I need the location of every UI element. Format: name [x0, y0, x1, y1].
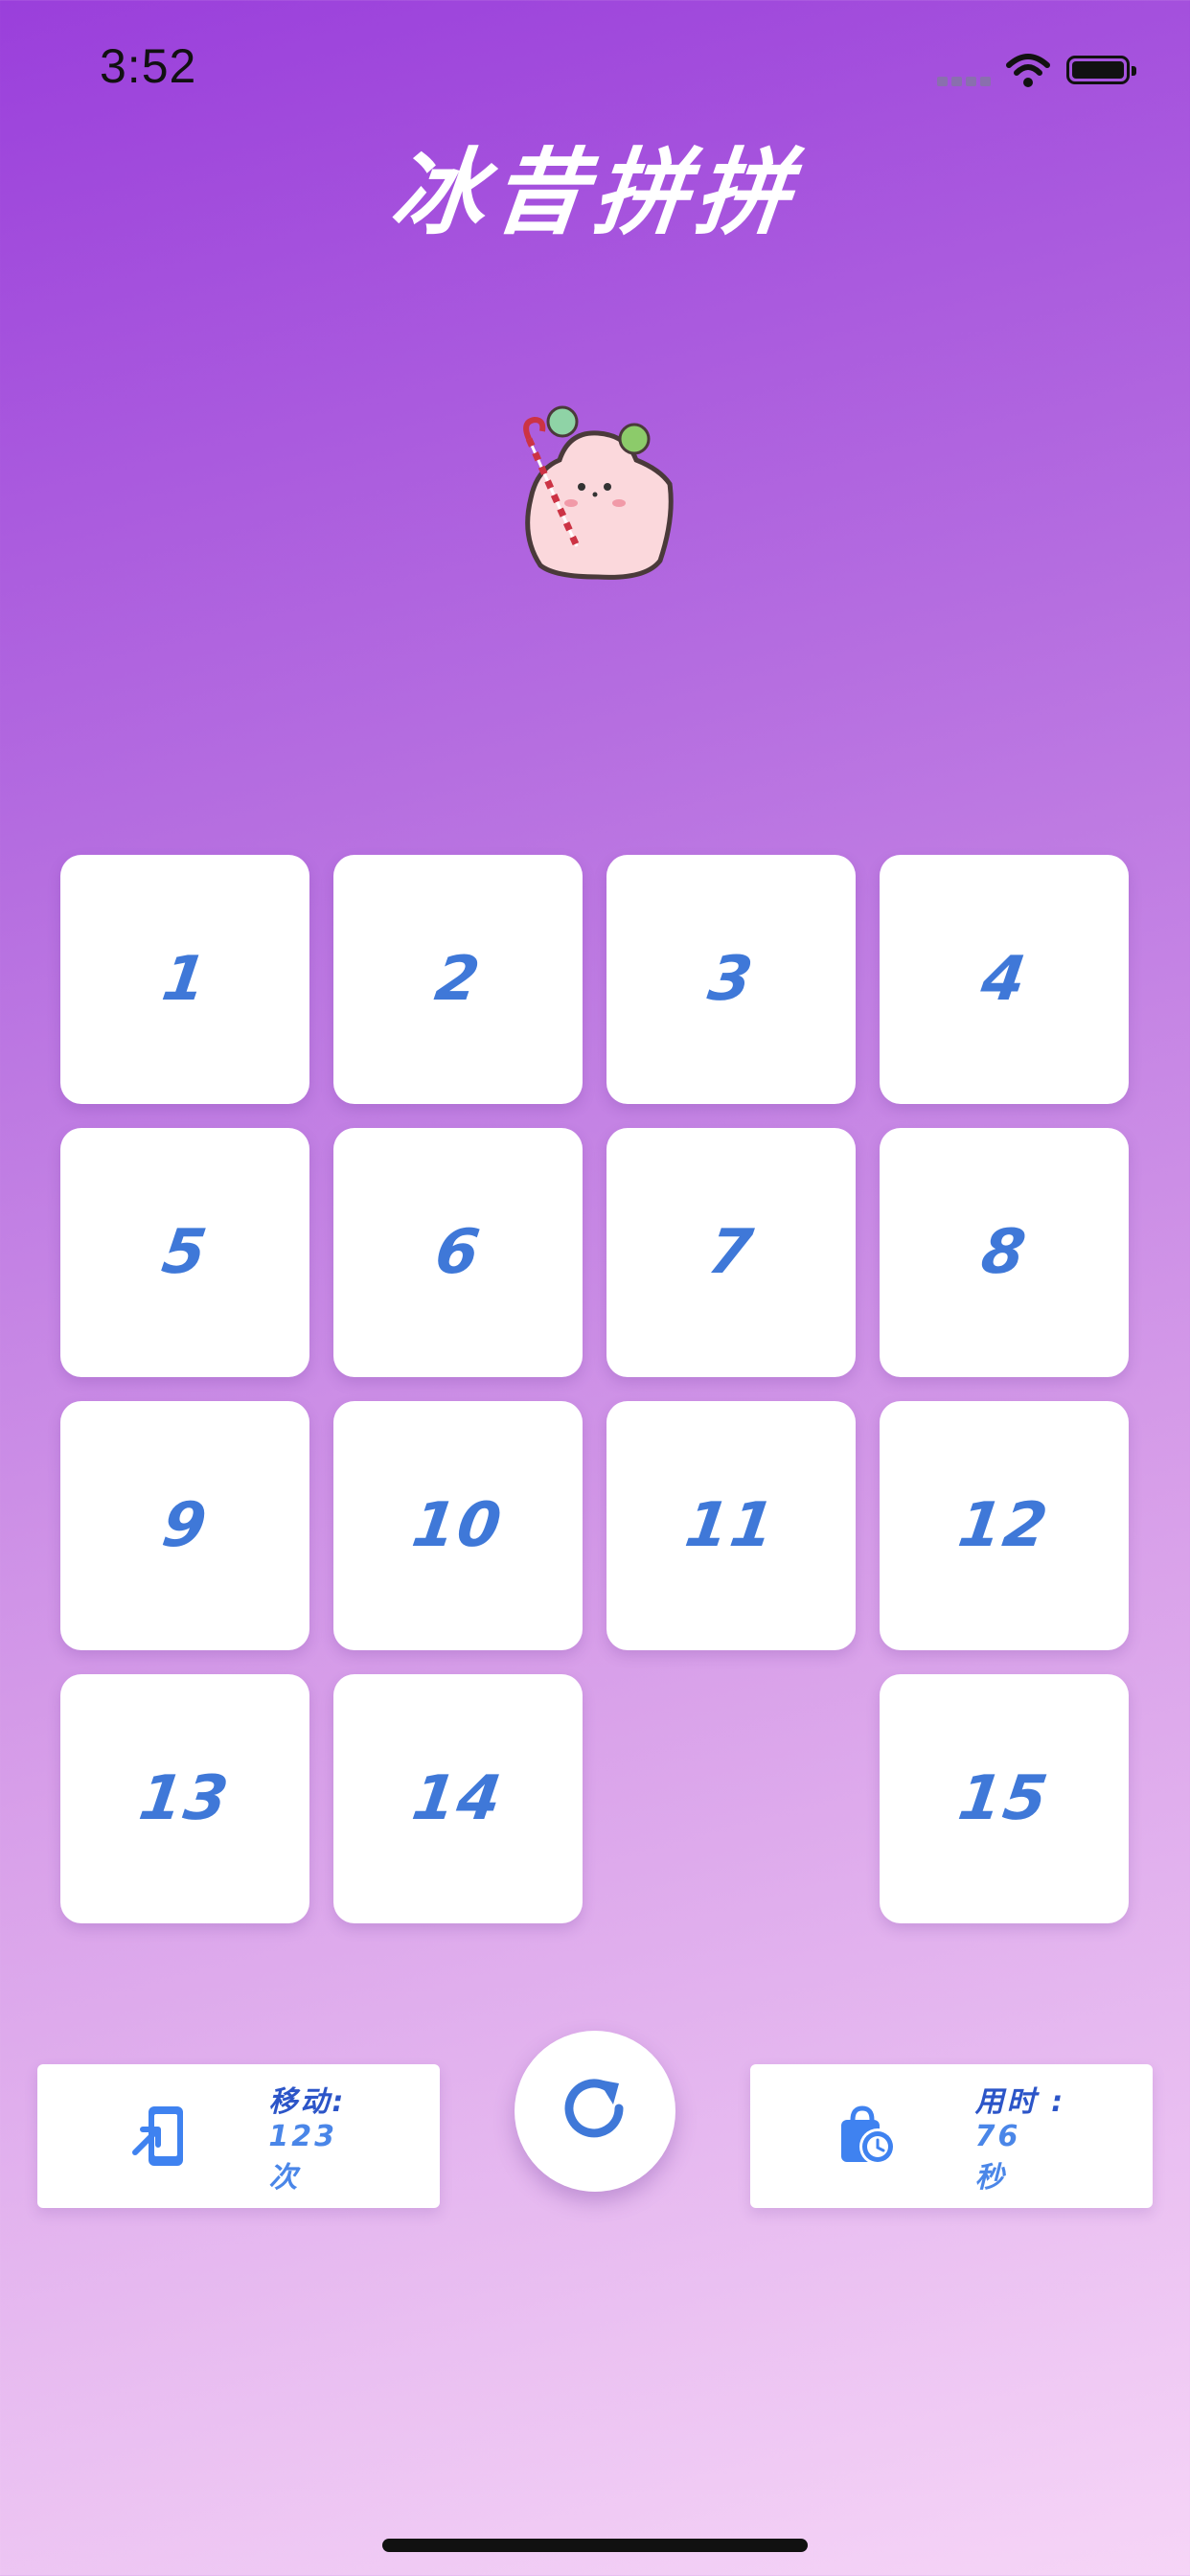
battery-icon: [1066, 56, 1136, 84]
tile-number: 7: [703, 1217, 759, 1288]
puzzle-tile[interactable]: 1: [60, 855, 309, 1104]
puzzle-tile[interactable]: 2: [333, 855, 583, 1104]
phone-move-icon: [131, 2106, 183, 2166]
home-indicator[interactable]: [382, 2539, 808, 2552]
time-label: 用时 :: [974, 2084, 1066, 2119]
refresh-icon: [564, 2079, 624, 2138]
moves-unit: 次: [268, 2160, 301, 2195]
puzzle-tile[interactable]: 4: [880, 855, 1129, 1104]
app-title: 冰昔拼拼: [385, 139, 804, 248]
puzzle-tile[interactable]: 15: [880, 1674, 1129, 1923]
tile-number: 15: [954, 1763, 1054, 1834]
moves-counter-card: 移动: 123 次: [37, 2064, 440, 2208]
moves-label: 移动:: [268, 2084, 347, 2119]
puzzle-tile[interactable]: 7: [606, 1128, 856, 1377]
puzzle-tile[interactable]: 9: [60, 1401, 309, 1650]
tile-number: 12: [954, 1490, 1054, 1561]
tile-number: 11: [681, 1490, 781, 1561]
puzzle-tile[interactable]: 12: [880, 1401, 1129, 1650]
puzzle-tile[interactable]: 8: [880, 1128, 1129, 1377]
puzzle-tile[interactable]: 3: [606, 855, 856, 1104]
puzzle-tile[interactable]: 11: [606, 1401, 856, 1650]
tile-number: 10: [408, 1490, 508, 1561]
puzzle-tile[interactable]: 10: [333, 1401, 583, 1650]
tile-number: 4: [976, 944, 1032, 1015]
puzzle-board: 1 2 3 4 5 6 7 8 9 10 11 12 13 14 15: [60, 855, 1131, 1925]
tile-number: 3: [703, 944, 759, 1015]
tile-number: 1: [157, 944, 213, 1015]
cellular-signal-icon: [937, 77, 991, 86]
time-unit: 秒: [974, 2160, 1007, 2195]
puzzle-tile[interactable]: 6: [333, 1128, 583, 1377]
wifi-icon: [1006, 54, 1050, 87]
puzzle-tile[interactable]: 13: [60, 1674, 309, 1923]
tile-number: 13: [135, 1763, 235, 1834]
bag-clock-icon: [840, 2105, 896, 2165]
tile-number: 14: [408, 1763, 508, 1834]
puzzle-tile[interactable]: 5: [60, 1128, 309, 1377]
puzzle-tile[interactable]: 14: [333, 1674, 583, 1923]
tile-number: 2: [430, 944, 486, 1015]
tile-number: 5: [157, 1217, 213, 1288]
tile-number: 9: [157, 1490, 213, 1561]
time-value: 76: [974, 2119, 1021, 2153]
timer-card: 用时 : 76 秒: [750, 2064, 1153, 2208]
tile-number: 8: [976, 1217, 1032, 1288]
status-bar: 3:52: [0, 0, 1190, 134]
mascot-illustration: [523, 405, 674, 580]
moves-value: 123: [268, 2119, 338, 2153]
reset-button[interactable]: [515, 2031, 675, 2192]
status-time: 3:52: [100, 39, 197, 93]
tile-number: 6: [430, 1217, 486, 1288]
